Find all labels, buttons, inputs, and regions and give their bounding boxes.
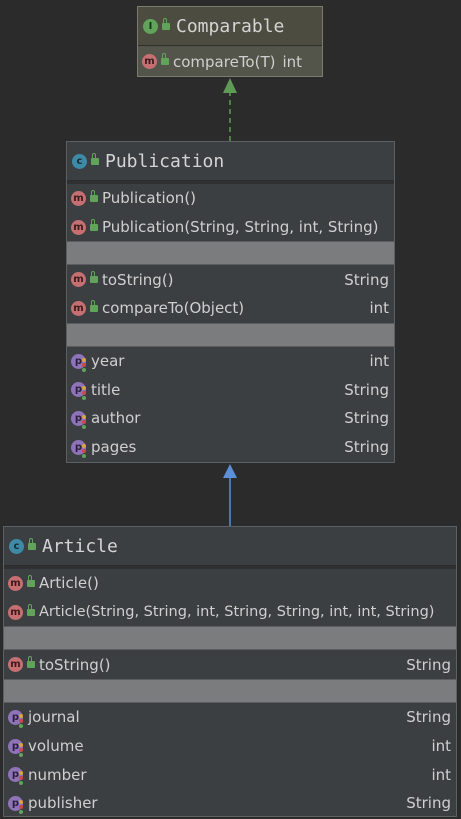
extends-arrow[interactable] bbox=[223, 464, 237, 526]
relationship-arrows bbox=[223, 78, 237, 526]
implements-arrow[interactable] bbox=[223, 78, 237, 141]
